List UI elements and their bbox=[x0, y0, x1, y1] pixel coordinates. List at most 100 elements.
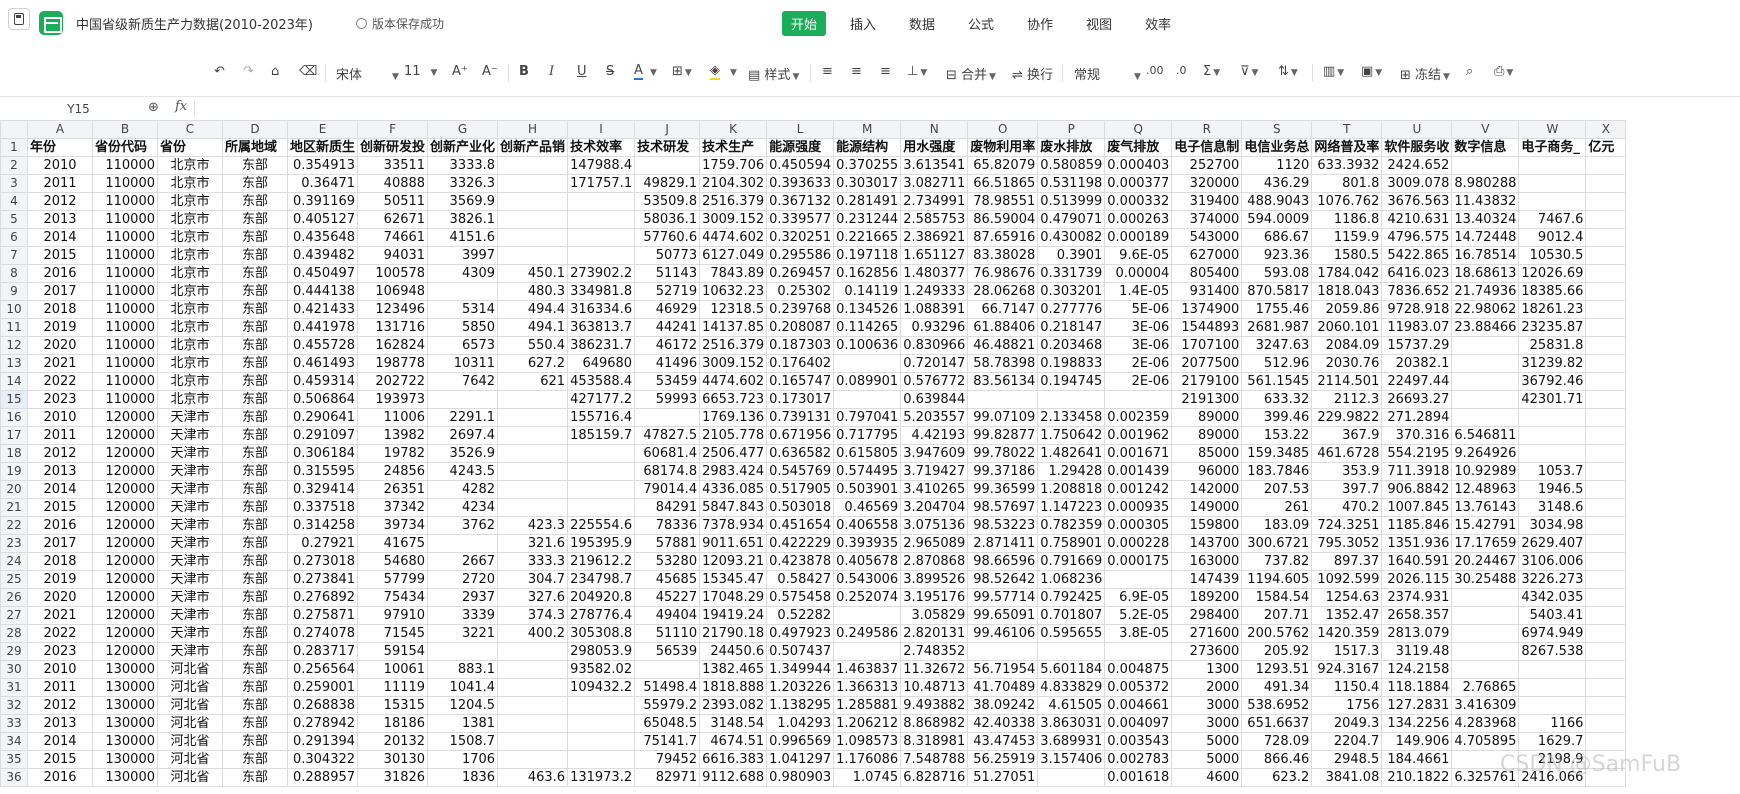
table-cell[interactable]: 123496 bbox=[357, 300, 429, 319]
table-cell[interactable] bbox=[427, 282, 499, 301]
row-header[interactable]: 4 bbox=[0, 192, 28, 211]
column-header[interactable]: J bbox=[634, 120, 701, 139]
table-cell[interactable] bbox=[497, 750, 569, 769]
table-cell[interactable]: 183.7846 bbox=[1241, 462, 1313, 481]
table-cell[interactable]: 1382.465 bbox=[699, 660, 768, 679]
table-cell[interactable] bbox=[1037, 390, 1106, 409]
table-cell[interactable]: 0.281491 bbox=[833, 192, 902, 211]
row-header[interactable]: 30 bbox=[0, 660, 28, 679]
table-cell[interactable]: 23.88466 bbox=[1451, 318, 1520, 337]
header-cell[interactable]: 电信业务总 bbox=[1241, 138, 1313, 157]
table-cell[interactable]: 633.3932 bbox=[1311, 156, 1383, 175]
table-cell[interactable] bbox=[567, 210, 636, 229]
table-cell[interactable]: 北京市 bbox=[157, 210, 223, 229]
table-cell[interactable]: 142000 bbox=[1171, 480, 1243, 499]
row-header[interactable]: 26 bbox=[0, 588, 28, 607]
table-cell[interactable] bbox=[1585, 714, 1627, 733]
row-header[interactable]: 7 bbox=[0, 246, 28, 265]
table-cell[interactable]: 0.00004 bbox=[1104, 264, 1173, 283]
row-header[interactable]: 8 bbox=[0, 264, 28, 283]
table-cell[interactable]: 189200 bbox=[1171, 588, 1243, 607]
table-cell[interactable]: 110000 bbox=[92, 354, 158, 373]
table-cell[interactable]: 0.000189 bbox=[1104, 228, 1173, 247]
table-cell[interactable]: 0.303201 bbox=[1037, 282, 1106, 301]
table-cell[interactable]: 1759.706 bbox=[699, 156, 768, 175]
row-header[interactable]: 35 bbox=[0, 750, 28, 769]
table-cell[interactable]: 0.479071 bbox=[1037, 210, 1106, 229]
table-cell[interactable]: 0.354913 bbox=[286, 156, 359, 175]
table-cell[interactable]: 2.965089 bbox=[900, 534, 969, 553]
table-cell[interactable]: 327.6 bbox=[497, 588, 569, 607]
row-header[interactable]: 9 bbox=[0, 282, 28, 301]
table-cell[interactable]: 3E-06 bbox=[1104, 318, 1173, 337]
table-cell[interactable]: 427177.2 bbox=[567, 390, 636, 409]
row-header[interactable]: 24 bbox=[0, 552, 28, 571]
table-cell[interactable]: 东部 bbox=[222, 282, 288, 301]
table-cell[interactable]: 3997 bbox=[427, 246, 499, 265]
table-cell[interactable] bbox=[427, 390, 499, 409]
table-cell[interactable]: 51498.4 bbox=[634, 678, 701, 697]
table-cell[interactable]: 1.203226 bbox=[766, 678, 835, 697]
table-cell[interactable]: 185159.7 bbox=[567, 426, 636, 445]
table-cell[interactable] bbox=[1451, 372, 1520, 391]
table-cell[interactable]: 3.075136 bbox=[900, 516, 969, 535]
table-cell[interactable]: 2813.079 bbox=[1381, 624, 1453, 643]
table-cell[interactable]: 149.906 bbox=[1381, 732, 1453, 751]
table-cell[interactable]: 106948 bbox=[357, 282, 429, 301]
table-cell[interactable]: 1.285881 bbox=[833, 696, 902, 715]
table-cell[interactable] bbox=[1585, 498, 1627, 517]
row-header[interactable]: 18 bbox=[0, 444, 28, 463]
table-cell[interactable]: 9.264926 bbox=[1451, 444, 1520, 463]
column-header[interactable]: K bbox=[699, 120, 768, 139]
table-cell[interactable]: 2114.501 bbox=[1311, 372, 1383, 391]
table-cell[interactable]: 1041.4 bbox=[427, 678, 499, 697]
table-cell[interactable]: 0.331739 bbox=[1037, 264, 1106, 283]
table-cell[interactable]: 0.58427 bbox=[766, 570, 835, 589]
table-cell[interactable] bbox=[1585, 246, 1627, 265]
table-cell[interactable]: 1.0745 bbox=[833, 768, 902, 787]
table-cell[interactable]: 11.43832 bbox=[1451, 192, 1520, 211]
table-cell[interactable]: 0.367132 bbox=[766, 192, 835, 211]
table-cell[interactable]: 62671 bbox=[357, 210, 429, 229]
cell-name-box[interactable]: Y15 bbox=[16, 99, 141, 119]
table-cell[interactable]: 0.198833 bbox=[1037, 354, 1106, 373]
table-cell[interactable]: 8267.538 bbox=[1518, 642, 1587, 661]
table-cell[interactable]: 天津市 bbox=[157, 426, 223, 445]
table-cell[interactable]: 2720 bbox=[427, 570, 499, 589]
table-cell[interactable]: 50511 bbox=[357, 192, 429, 211]
table-cell[interactable]: 98.66596 bbox=[967, 552, 1039, 571]
table-cell[interactable]: 7.548788 bbox=[900, 750, 969, 769]
table-cell[interactable]: 26351 bbox=[357, 480, 429, 499]
table-cell[interactable]: 北京市 bbox=[157, 282, 223, 301]
table-cell[interactable]: 东部 bbox=[222, 480, 288, 499]
table-cell[interactable]: 870.5817 bbox=[1241, 282, 1313, 301]
table-cell[interactable] bbox=[1585, 282, 1627, 301]
table-cell[interactable]: 3526.9 bbox=[427, 444, 499, 463]
table-cell[interactable]: 0.000403 bbox=[1104, 156, 1173, 175]
table-cell[interactable]: 东部 bbox=[222, 192, 288, 211]
table-cell[interactable]: 0.114265 bbox=[833, 318, 902, 337]
table-cell[interactable]: 4282 bbox=[427, 480, 499, 499]
table-cell[interactable]: 4.833829 bbox=[1037, 678, 1106, 697]
table-cell[interactable]: 2393.082 bbox=[699, 696, 768, 715]
table-cell[interactable]: 19419.24 bbox=[699, 606, 768, 625]
table-cell[interactable]: 19782 bbox=[357, 444, 429, 463]
table-cell[interactable]: 120000 bbox=[92, 588, 158, 607]
table-cell[interactable]: 0.791669 bbox=[1037, 552, 1106, 571]
table-cell[interactable]: 2014 bbox=[27, 228, 93, 247]
column-header[interactable]: Q bbox=[1104, 120, 1173, 139]
table-cell[interactable]: 76.98676 bbox=[967, 264, 1039, 283]
table-cell[interactable]: 0.25302 bbox=[766, 282, 835, 301]
table-cell[interactable] bbox=[1585, 264, 1627, 283]
table-cell[interactable]: 110000 bbox=[92, 156, 158, 175]
table-cell[interactable]: 1.480377 bbox=[900, 264, 969, 283]
table-cell[interactable]: 0.277776 bbox=[1037, 300, 1106, 319]
table-cell[interactable]: 0.980903 bbox=[766, 768, 835, 787]
table-cell[interactable]: 99.65091 bbox=[967, 606, 1039, 625]
table-cell[interactable]: 0.405678 bbox=[833, 552, 902, 571]
table-cell[interactable]: 河北省 bbox=[157, 696, 223, 715]
table-cell[interactable]: 2.870868 bbox=[900, 552, 969, 571]
table-cell[interactable]: 2424.652 bbox=[1381, 156, 1453, 175]
image-icon[interactable]: ▣ ▼ bbox=[1361, 64, 1382, 79]
table-cell[interactable]: 12093.21 bbox=[699, 552, 768, 571]
